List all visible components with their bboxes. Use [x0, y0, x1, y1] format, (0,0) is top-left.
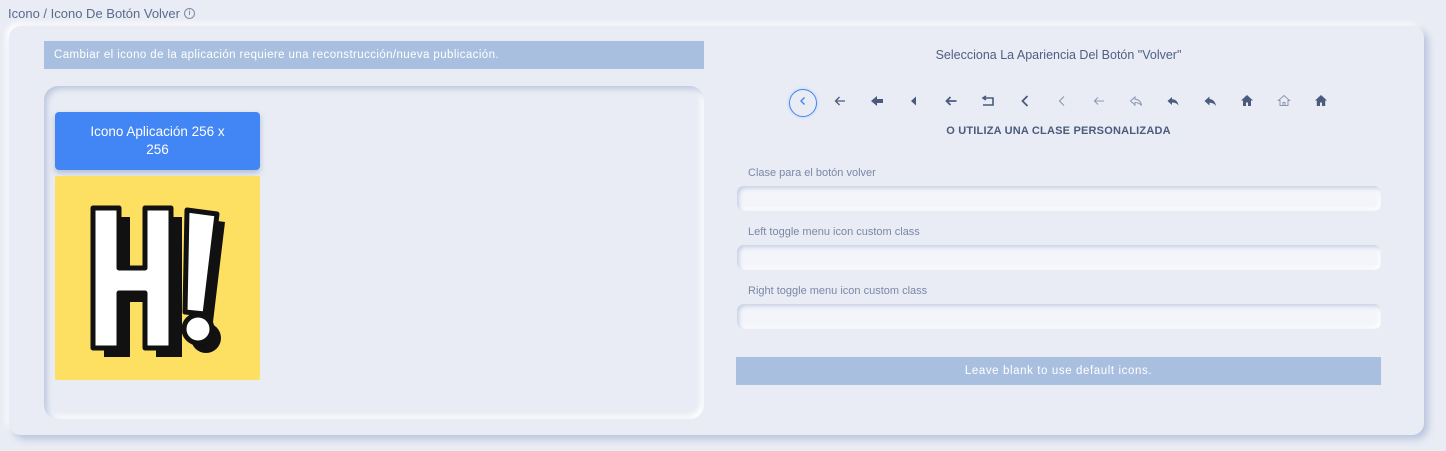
right-toggle-class-input[interactable]: [737, 304, 1381, 329]
back-icon-options: [784, 88, 1339, 118]
settings-card: Cambiar el icono de la aplicación requie…: [9, 26, 1424, 435]
default-icons-note: Leave blank to use default icons.: [736, 357, 1381, 385]
custom-class-title: O UTILIZA UNA CLASE PERSONALIZADA: [946, 125, 1171, 137]
home-icon: [1314, 94, 1328, 112]
back-button-appearance-title: Selecciona La Apariencia Del Botón "Volv…: [935, 48, 1182, 62]
reply-solid-icon: [1203, 94, 1217, 112]
arrow-left-bold-icon: [870, 94, 884, 112]
breadcrumb: Icono / Icono De Botón Volver i: [8, 6, 195, 21]
left-toggle-class-input[interactable]: [737, 245, 1381, 270]
reply-outline-icon: [1129, 94, 1143, 112]
right-toggle-class-label: Right toggle menu icon custom class: [748, 285, 928, 297]
back-option-4[interactable]: [895, 88, 932, 118]
back-option-6[interactable]: [969, 88, 1006, 118]
chevron-left-light-icon: [1056, 94, 1068, 113]
back-option-5[interactable]: [932, 88, 969, 118]
app-icon-button[interactable]: Icono Aplicación 256 x 256: [55, 112, 260, 170]
app-icon-panel: Icono Aplicación 256 x 256: [44, 86, 704, 419]
back-class-input[interactable]: [737, 186, 1381, 211]
rebuild-notice: Cambiar el icono de la aplicación requie…: [44, 41, 704, 69]
back-option-8[interactable]: [1043, 88, 1080, 118]
back-option-14[interactable]: [1265, 88, 1302, 118]
left-toggle-class-label: Left toggle menu icon custom class: [748, 226, 920, 238]
arrow-left-thin-icon: [833, 94, 847, 112]
arrow-left-icon: [944, 94, 958, 112]
caret-left-icon: [909, 94, 919, 112]
chevron-left-icon: [797, 94, 809, 112]
back-class-label: Clase para el botón volver: [748, 167, 876, 179]
back-option-9[interactable]: [1080, 88, 1117, 118]
back-option-15[interactable]: [1302, 88, 1339, 118]
return-box-icon: [981, 94, 995, 112]
home-outline-icon: [1276, 94, 1291, 112]
back-option-11[interactable]: [1154, 88, 1191, 118]
info-icon[interactable]: i: [184, 8, 195, 19]
back-option-13[interactable]: [1228, 88, 1265, 118]
back-option-1[interactable]: [784, 88, 821, 118]
breadcrumb-text: Icono / Icono De Botón Volver: [8, 6, 180, 21]
home-solid-icon: [1240, 94, 1254, 112]
back-option-10[interactable]: [1117, 88, 1154, 118]
back-option-3[interactable]: [858, 88, 895, 118]
chevron-left-bold-icon: [1019, 94, 1031, 113]
back-option-12[interactable]: [1191, 88, 1228, 118]
reply-icon: [1166, 94, 1180, 112]
back-option-7[interactable]: [1006, 88, 1043, 118]
back-option-2[interactable]: [821, 88, 858, 118]
arrow-left-light-icon: [1092, 94, 1106, 112]
app-icon-image: [55, 176, 260, 380]
